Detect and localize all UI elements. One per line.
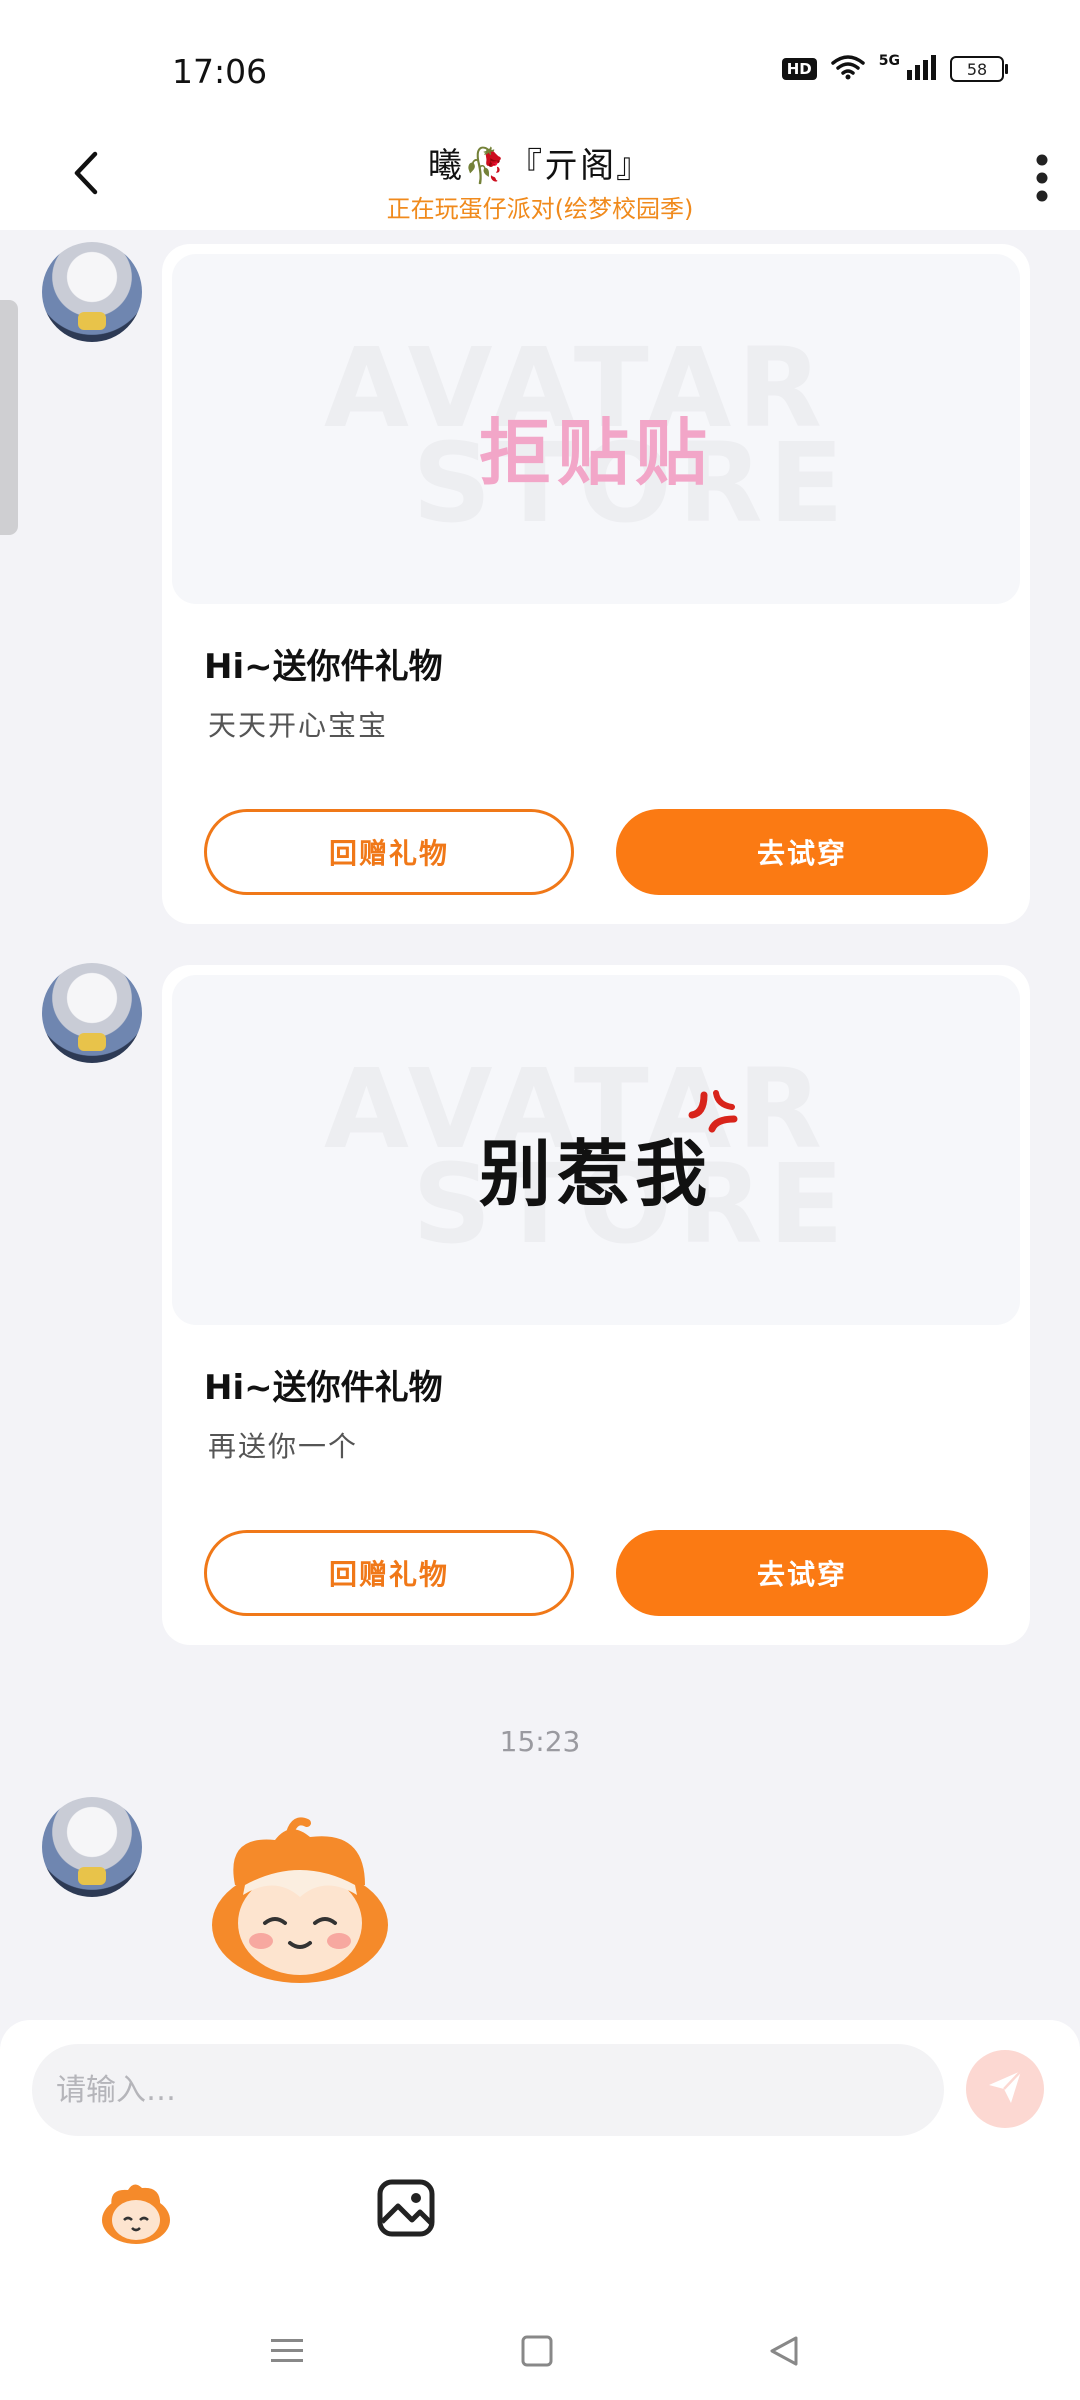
gift-title: Hi~送你件礼物 (204, 647, 443, 687)
return-gift-button[interactable]: 回赠礼物 (204, 1530, 574, 1616)
triangle-back-icon[interactable] (758, 2326, 808, 2376)
mascot-emoji-icon[interactable] (98, 2180, 174, 2246)
scrollbar-thumb[interactable] (0, 300, 18, 535)
message-timestamp: 15:23 (499, 1725, 581, 1758)
more-options-button[interactable] (1012, 140, 1072, 220)
send-button[interactable] (966, 2050, 1044, 2128)
mascot-sticker-image[interactable] (195, 1815, 405, 1990)
gift-subtitle: 天天开心宝宝 (208, 709, 389, 742)
menu-icon[interactable] (262, 2326, 312, 2376)
gift-image-text: 拒贴贴 (478, 411, 713, 495)
try-on-button[interactable]: 去试穿 (616, 809, 988, 895)
gift-image-text: 别惹我 (478, 1132, 713, 1216)
paper-plane-icon (985, 2067, 1025, 2111)
status-bar: 17:06 HD 5G 58 (0, 0, 1080, 130)
message-input[interactable] (32, 2044, 944, 2136)
chat-messages-area[interactable]: AVATAR STORE 拒贴贴 Hi~送你件礼物 天天开心宝宝 回赠礼物 去试… (0, 230, 1080, 2020)
title-wrap: 曦🥀『亓阁』 正在玩蛋仔派对(绘梦校园季) (0, 130, 1080, 224)
sender-avatar[interactable] (42, 963, 142, 1063)
sender-avatar[interactable] (42, 1797, 142, 1897)
status-icons: HD 5G 58 (781, 53, 1008, 84)
chat-title: 曦🥀『亓阁』 (427, 146, 653, 186)
return-gift-button[interactable]: 回赠礼物 (204, 809, 574, 895)
hd-badge: HD (781, 58, 817, 80)
more-vertical-icon (1035, 153, 1049, 207)
wifi-icon (831, 54, 865, 84)
status-time: 17:06 (172, 52, 268, 91)
gift-card: AVATAR STORE 拒贴贴 Hi~送你件礼物 天天开心宝宝 回赠礼物 去试… (162, 244, 1030, 924)
gift-preview-image[interactable]: AVATAR STORE 拒贴贴 (172, 254, 1020, 604)
network-type-label: 5G (878, 53, 900, 69)
signal-icon (906, 54, 936, 84)
chat-header: 曦🥀『亓阁』 正在玩蛋仔派对(绘梦校园季) (0, 130, 1080, 230)
try-on-button[interactable]: 去试穿 (616, 1530, 988, 1616)
sender-avatar[interactable] (42, 242, 142, 342)
gift-subtitle: 再送你一个 (208, 1430, 359, 1463)
battery-level: 58 (966, 59, 988, 79)
anger-mark-icon (682, 1085, 742, 1149)
square-icon[interactable] (512, 2326, 562, 2376)
gift-title: Hi~送你件礼物 (204, 1368, 443, 1408)
gift-preview-image[interactable]: AVATAR STORE 别惹我 (172, 975, 1020, 1325)
image-icon[interactable] (376, 2178, 436, 2238)
battery-icon: 58 (950, 56, 1008, 82)
system-nav-bar (0, 2300, 1080, 2400)
gift-card: AVATAR STORE 别惹我 Hi~送你件礼物 再送你一个 回赠礼物 去试穿 (162, 965, 1030, 1645)
chat-status: 正在玩蛋仔派对(绘梦校园季) (386, 195, 694, 223)
